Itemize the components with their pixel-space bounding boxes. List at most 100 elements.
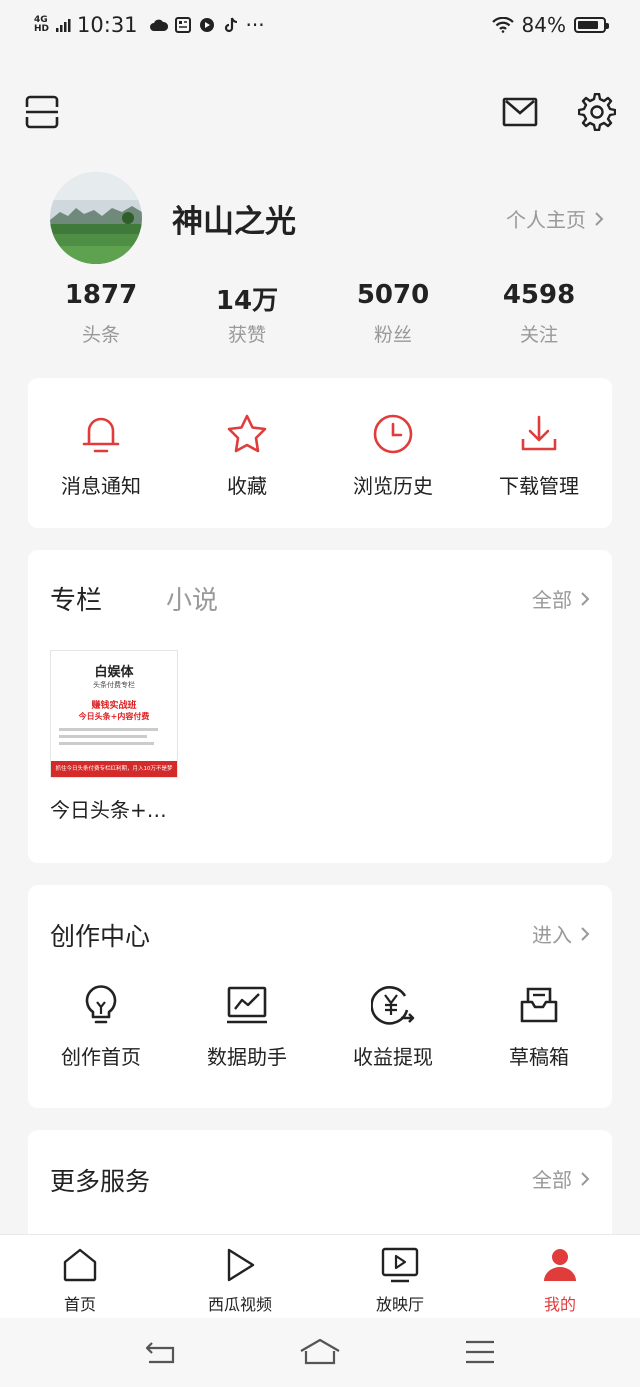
cover-footer: 抓住今日头条付费专栏红利期，月入10万不是梦: [51, 761, 177, 777]
scan-icon[interactable]: [22, 92, 62, 132]
news-icon: [174, 16, 192, 34]
tab-novel[interactable]: 小说: [166, 580, 218, 617]
favorites-button[interactable]: 收藏: [174, 412, 320, 499]
menu-icon[interactable]: [458, 1332, 502, 1372]
creator-center-title: 创作中心: [50, 922, 151, 951]
earnings-label: 收益提现: [353, 1045, 433, 1069]
back-icon[interactable]: [138, 1332, 182, 1372]
homepage-label: 个人主页: [506, 208, 586, 232]
creator-enter-link[interactable]: 进入: [532, 919, 590, 948]
column-all-link[interactable]: 全部: [532, 584, 590, 613]
tv-icon: [380, 1245, 420, 1285]
homepage-link[interactable]: 个人主页: [506, 204, 604, 233]
stat-value: 5070: [356, 280, 430, 310]
creator-center-card: 创作中心 进入 创作首页 数据助手 收益提现 草稿箱: [28, 885, 612, 1108]
username: 神山之光: [172, 204, 296, 240]
home-system-icon[interactable]: [298, 1332, 342, 1372]
creator-home-label: 创作首页: [61, 1045, 141, 1069]
stat-value: 4598: [502, 280, 576, 310]
cover-sub: 头条付费专栏: [93, 681, 135, 689]
avatar[interactable]: [50, 172, 142, 264]
earnings-button[interactable]: 收益提现: [320, 983, 466, 1070]
stat-following[interactable]: 4598 关注: [466, 280, 612, 347]
nav-home-label: 首页: [63, 1295, 96, 1314]
chevron-right-icon: [581, 926, 590, 941]
stat-value: 1877: [64, 280, 138, 310]
chevron-right-icon: [581, 591, 590, 606]
creator-home-button[interactable]: 创作首页: [28, 983, 174, 1070]
enter-label: 进入: [532, 923, 572, 947]
drafts-label: 草稿箱: [509, 1045, 569, 1069]
profile-stats: 1877 头条 14万 获赞 5070 粉丝 4598 关注: [28, 280, 612, 347]
clock-time: 10:31: [77, 13, 138, 37]
all-label: 全部: [532, 588, 572, 612]
stat-followers[interactable]: 5070 粉丝: [320, 280, 466, 347]
system-nav-bar: [0, 1318, 640, 1387]
home-icon: [60, 1245, 100, 1285]
data-assistant-button[interactable]: 数据助手: [174, 983, 320, 1070]
play-icon: [220, 1245, 260, 1285]
nav-home[interactable]: 首页: [0, 1235, 160, 1318]
network-indicator: 4G HD: [34, 16, 49, 34]
wifi-icon: [491, 17, 514, 33]
quick-actions-card: 消息通知 收藏 浏览历史 下载管理: [28, 378, 612, 528]
chart-icon: [225, 983, 269, 1027]
more-notifications-icon: ···: [245, 13, 265, 37]
history-button[interactable]: 浏览历史: [320, 412, 466, 499]
yuan-icon: [371, 983, 415, 1027]
tab-column[interactable]: 专栏: [50, 580, 102, 617]
book-title[interactable]: 今日头条+…: [50, 794, 167, 823]
nav-xigua-label: 西瓜视频: [207, 1295, 272, 1314]
bell-icon: [79, 412, 123, 456]
mail-icon[interactable]: [500, 92, 540, 132]
downloads-button[interactable]: 下载管理: [466, 412, 612, 499]
signal-icon: [56, 19, 71, 32]
data-assistant-label: 数据助手: [207, 1045, 287, 1069]
cover-heading-1: 赚钱实战班: [91, 701, 137, 711]
star-icon: [225, 412, 269, 456]
book-cover[interactable]: 白娱体 头条付费专栏 赚钱实战班 今日头条+内容付费 抓住今日头条付费专栏红利期…: [50, 650, 178, 778]
status-bar: 4G HD 10:31 ··· 84%: [0, 0, 640, 50]
nav-mine[interactable]: 我的: [480, 1235, 640, 1318]
nav-theater-label: 放映厅: [375, 1295, 424, 1314]
chevron-right-icon: [595, 211, 604, 226]
cloud-icon: [149, 16, 168, 34]
battery-level: [578, 21, 598, 29]
cover-brand: 白娱体: [94, 665, 134, 680]
battery-icon: [574, 17, 609, 33]
download-icon: [517, 412, 561, 456]
stat-label: 头条: [81, 324, 120, 346]
clock-icon: [371, 412, 415, 456]
favorites-label: 收藏: [227, 474, 267, 498]
battery-percent: 84%: [521, 13, 566, 37]
tiktok-icon: [222, 16, 240, 34]
notifications-label: 消息通知: [61, 474, 141, 498]
nav-xigua-video[interactable]: 西瓜视频: [160, 1235, 320, 1318]
gear-icon[interactable]: [577, 92, 617, 132]
column-card: 专栏 小说 全部 白娱体 头条付费专栏 赚钱实战班 今日头条+内容付费 抓住今日…: [28, 550, 612, 863]
more-services-title: 更多服务: [50, 1167, 151, 1196]
network-sub-label: HD: [34, 24, 50, 34]
stat-label: 关注: [519, 324, 558, 346]
stat-label: 获赞: [227, 324, 266, 346]
nav-mine-label: 我的: [543, 1295, 576, 1314]
nav-theater[interactable]: 放映厅: [320, 1235, 480, 1318]
stat-likes[interactable]: 14万 获赞: [174, 280, 320, 347]
stat-value: 14万: [215, 286, 279, 316]
person-icon: [540, 1245, 580, 1285]
drafts-button[interactable]: 草稿箱: [466, 983, 612, 1070]
chevron-right-icon: [581, 1171, 590, 1186]
history-label: 浏览历史: [353, 474, 433, 498]
more-services-all-link[interactable]: 全部: [532, 1164, 590, 1193]
all-label: 全部: [532, 1168, 572, 1192]
bottom-nav: 首页 西瓜视频 放映厅 我的: [0, 1234, 640, 1318]
downloads-label: 下载管理: [499, 474, 579, 498]
chat-bubble-icon: [198, 16, 216, 34]
notifications-button[interactable]: 消息通知: [28, 412, 174, 499]
bulb-icon: [79, 983, 123, 1027]
drafts-icon: [517, 983, 561, 1027]
cover-bullets: [59, 728, 169, 760]
cover-heading-2: 今日头条+内容付费: [78, 712, 150, 721]
stat-articles[interactable]: 1877 头条: [28, 280, 174, 347]
stat-label: 粉丝: [373, 324, 412, 346]
